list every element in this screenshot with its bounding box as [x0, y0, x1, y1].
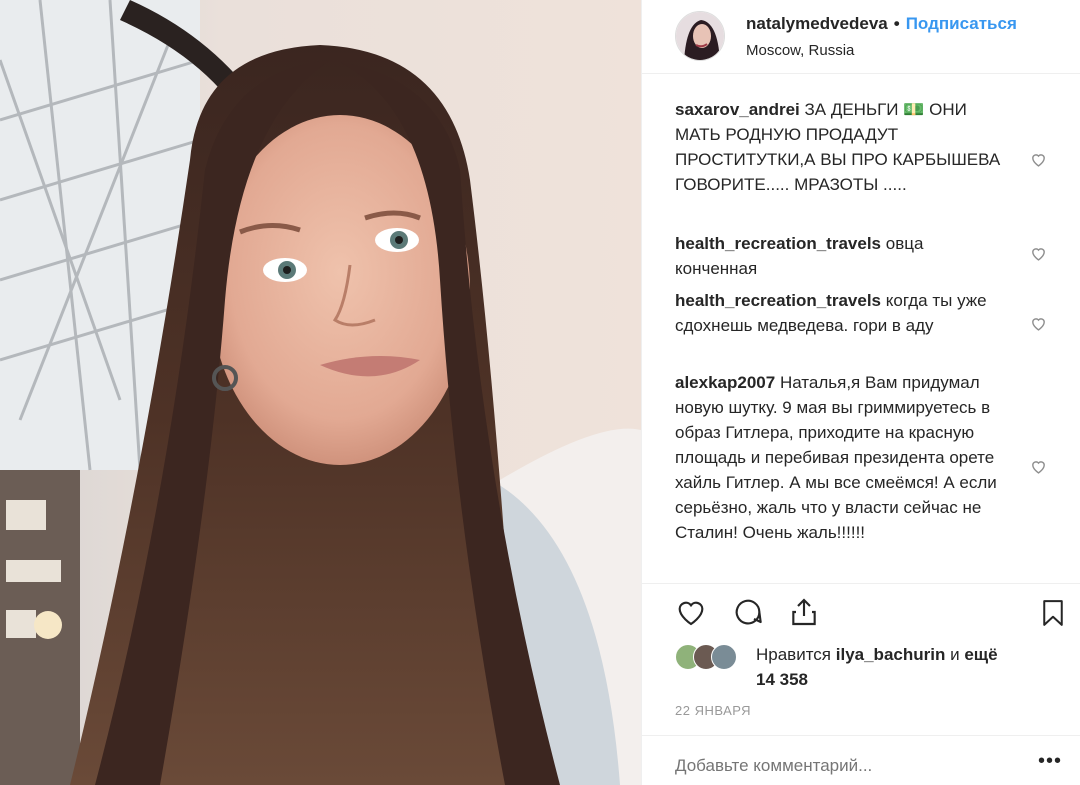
liker-username-link[interactable]: ilya_bachurin — [836, 645, 946, 664]
likes-prefix: Нравится — [756, 645, 832, 664]
post-actions — [642, 584, 1080, 644]
add-comment-input[interactable] — [675, 756, 1005, 776]
comment-like-heart-icon[interactable] — [1030, 245, 1047, 262]
avatar-image — [676, 12, 724, 60]
follow-button[interactable]: Подписаться — [906, 14, 1017, 33]
comment-like-heart-icon[interactable] — [1030, 458, 1047, 475]
username-link[interactable]: natalymedvedeva — [746, 14, 888, 33]
selfie-image — [0, 0, 641, 785]
share-icon[interactable] — [788, 596, 820, 628]
comment-item: alexkap2007 Наталья,я Вам придумал новую… — [675, 370, 1005, 545]
comment-author[interactable]: health_recreation_travels — [675, 291, 881, 310]
comment-author[interactable]: health_recreation_travels — [675, 234, 881, 253]
location-link[interactable]: Moscow, Russia — [746, 42, 854, 59]
header-separator: • — [893, 14, 900, 33]
comment-text: Наталья,я Вам придумал новую шутку. 9 ма… — [675, 373, 997, 542]
comments-list: saxarov_andrei ЗА ДЕНЬГИ 💵 ОНИ МАТЬ РОДН… — [642, 74, 1080, 584]
post-photo[interactable] — [0, 0, 641, 785]
post-date[interactable]: 22 ЯНВАРЯ — [675, 703, 751, 718]
post-side-panel: natalymedvedeva • Подписаться Moscow, Russ… — [641, 0, 1080, 785]
liker-avatars[interactable] — [675, 644, 755, 670]
more-icon[interactable]: ••• — [1038, 750, 1062, 773]
comment-item: health_recreation_travels овца конченная — [675, 231, 1005, 281]
profile-avatar[interactable] — [675, 11, 725, 61]
instagram-post: natalymedvedeva • Подписаться Moscow, Russ… — [0, 0, 1080, 785]
likes-text: Нравится ilya_bachurin и ещё 14 358 — [756, 642, 1016, 692]
comment-like-heart-icon[interactable] — [1030, 315, 1047, 332]
comment-item: saxarov_andrei ЗА ДЕНЬГИ 💵 ОНИ МАТЬ РОДН… — [675, 97, 1005, 197]
likes-connector: и — [950, 645, 960, 664]
post-header-line: natalymedvedeva • Подписаться — [746, 14, 1017, 34]
add-comment-bar: ••• — [642, 735, 1080, 785]
comment-like-heart-icon[interactable] — [1030, 151, 1047, 168]
comment-item: health_recreation_travels когда ты уже с… — [675, 288, 1005, 338]
bookmark-icon[interactable] — [1038, 596, 1068, 630]
comment-icon[interactable] — [731, 596, 765, 628]
post-header: natalymedvedeva • Подписаться Moscow, Russ… — [642, 0, 1080, 74]
heart-icon[interactable] — [674, 596, 708, 628]
liker-avatar — [711, 644, 737, 670]
comment-author[interactable]: alexkap2007 — [675, 373, 775, 392]
comment-author[interactable]: saxarov_andrei — [675, 100, 800, 119]
